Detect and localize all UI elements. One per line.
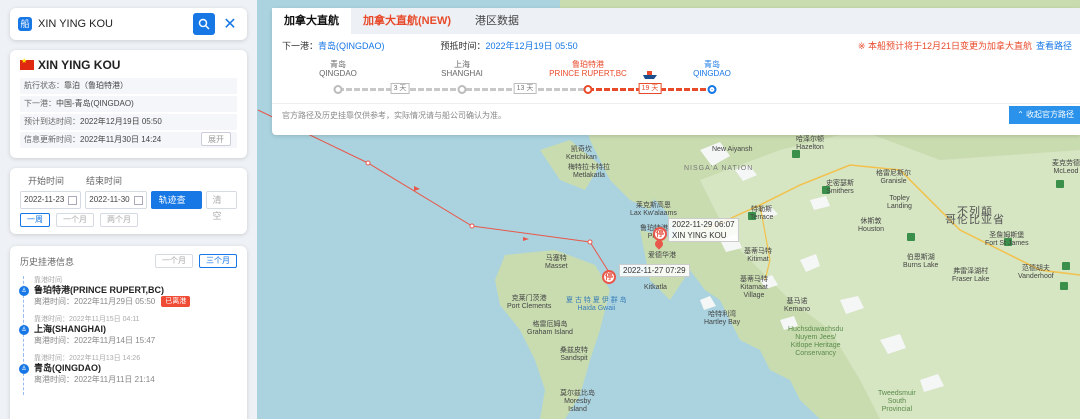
history-range-one-month[interactable]: 一个月 <box>155 254 193 268</box>
map-label-fort-st-james: 圣詹姆斯堡 Fort St James <box>985 232 1029 247</box>
range-two-months[interactable]: 两个月 <box>100 213 138 227</box>
track-query-card: 开始时间 结束时间 2022-11-23 2022-11-30 轨迹查询 清空 … <box>10 168 247 234</box>
map-label-port-ed: 爱德华港 <box>648 252 676 259</box>
map-label-kitkatla: Kitkatla <box>644 284 667 291</box>
updated-row: 信息更新时间： 2022年11月30日 14:24 展开 <box>20 132 237 148</box>
map-label-smithers: 史密瑟斯 Smithers <box>826 180 854 195</box>
history-item[interactable]: 靠港时间：2022年11月13日 14:26 ⚓ 青岛(QINGDAO) 离港时间… <box>19 354 237 395</box>
route-change-warning: ※ 本船预计将于12月21日变更为加拿大直航 <box>857 40 1032 51</box>
map-label-hartley: 哈特利湾 Hartley Bay <box>704 311 741 326</box>
anchor-icon: ⚓ <box>19 324 29 335</box>
next-port-row: 下一港： 中国-青岛(QINGDAO) <box>20 96 237 112</box>
route-port-shanghai: 上海 SHANGHAI <box>441 60 483 78</box>
expand-button[interactable]: 展开 <box>201 132 231 146</box>
footnote-text: 官方路径及历史挂靠仅供参考，实际情况请与船公司确认为准。 <box>282 110 506 120</box>
map-label-kitamaat: 基蒂马特 Kitamaat Village <box>740 276 768 299</box>
map-label-granisle: 格雷尼斯尔 Granisle <box>876 170 911 185</box>
map-label-haida: 夏 古 特 夏 伊 群 岛 Haida Gwaii <box>566 297 627 312</box>
search-icon <box>198 18 210 30</box>
track-query-button[interactable]: 轨迹查询 <box>150 191 202 223</box>
route-tabs: 加拿大直航 加拿大直航(NEW) 港区数据 <box>272 8 1080 34</box>
start-date-input[interactable]: 2022-11-23 <box>20 191 82 209</box>
map-label-sandspit: 桑兹皮特 Sandspit <box>560 347 588 362</box>
end-time-label: 结束时间 <box>86 176 123 186</box>
map-label-graham: 格雷厄姆岛 Graham Island <box>527 321 573 336</box>
track-tooltip-earlier: 2022-11-27 07:29 <box>619 264 690 277</box>
sidebar: 船 XIN YING KOU ✕ XIN YING KOU 航行状态：靠泊（鲁珀… <box>0 0 257 419</box>
route-port-qingdao-end: 青岛 QINGDAO <box>693 60 731 78</box>
tab-canada-direct[interactable]: 加拿大直航 <box>272 8 351 34</box>
ship-name: XIN YING KOU <box>38 58 121 72</box>
route-port-prince-rupert: 鲁珀特港 PRINCE RUPERT,BC <box>549 60 627 78</box>
history-item[interactable]: 靠港时间 ⚓ 鲁珀特港(PRINCE RUPERT,BC) 离港时间：2022年1… <box>19 276 237 317</box>
route-port-qingdao-start: 青岛 QINGDAO <box>319 60 357 78</box>
range-one-week[interactable]: 一周 <box>20 213 50 227</box>
map-label-huchs: Huchsduwachsdu Nuyem Jees/Kitlope Heritag… <box>788 326 844 357</box>
clear-button[interactable]: 清空 <box>205 191 237 221</box>
map-label-fraser-lake: 弗雷泽湖村 Fraser Lake <box>952 268 990 283</box>
map-label-bc: 不列颠 哥伦比亚省 <box>945 206 1005 226</box>
china-flag-icon <box>20 57 34 70</box>
close-icon[interactable]: ✕ <box>219 13 241 35</box>
next-port-label: 下一港： <box>282 40 319 51</box>
map-label-new-aiyansh: New Aiyansh <box>712 146 753 153</box>
anchor-icon: ⚓ <box>19 285 29 296</box>
departed-badge: 已离港 <box>161 296 191 307</box>
route-leg-days-2: 13 天 <box>513 83 537 94</box>
tab-canada-direct-new[interactable]: 加拿大直航(NEW) <box>351 8 463 34</box>
route-dot-prince-rupert <box>583 85 593 94</box>
route-dot-shanghai <box>457 85 467 94</box>
ship-icon <box>643 71 657 79</box>
search-input[interactable]: XIN YING KOU <box>38 18 189 30</box>
ship-title: XIN YING KOU <box>20 57 237 72</box>
map-label-port-clements: 克莱门茨港 Port Clements <box>507 295 552 310</box>
route-dot-qingdao-start <box>333 85 343 94</box>
eta-label: 预抵时间： <box>440 40 486 51</box>
route-leg-days-3: 19 天 <box>638 83 662 94</box>
start-time-label: 开始时间 <box>28 176 65 186</box>
history-item[interactable]: 靠港时间：2022年11月15日 04:11 ⚓ 上海(SHANGHAI) 离港时… <box>19 315 237 356</box>
route-footnote: 官方路径及历史挂靠仅供参考，实际情况请与船公司确认为准。 ⌃ 收起官方路径 <box>272 104 1080 126</box>
map-label-tweedsmuir: Tweedsmuir South Provincial <box>878 390 916 413</box>
stop-marker-earlier[interactable]: 停 <box>602 270 616 284</box>
route-timeline: 青岛 QINGDAO 上海 SHANGHAI 鲁珀特港 PRINCE RUPERT,B… <box>272 56 1080 104</box>
view-route-link[interactable]: 查看路径 <box>1036 39 1072 52</box>
map-label-topley: Topley Landing <box>887 195 912 210</box>
ship-info-card: XIN YING KOU 航行状态：靠泊（鲁珀特港） 下一港：中国-青岛(QIN… <box>10 50 247 158</box>
nav-status-row: 航行状态： 靠泊（鲁珀特港） <box>20 78 237 94</box>
eta-row: 预计到达时间： 2022年12月19日 05:50 <box>20 114 237 130</box>
map-label-houston: 休斯敦 Houston <box>858 218 885 233</box>
map-label-ketchikan: 凯奇坎 Ketchikan <box>566 146 597 161</box>
range-one-month[interactable]: 一个月 <box>56 213 94 227</box>
route-panel: 加拿大直航 加拿大直航(NEW) 港区数据 下一港： 青岛(QINGDAO) 预… <box>272 8 1080 135</box>
route-dot-qingdao-end <box>707 85 717 94</box>
next-port-value[interactable]: 青岛(QINGDAO) <box>318 39 385 52</box>
anchor-icon: ⚓ <box>19 363 29 374</box>
map-label-moresby: 莫尔兹比岛 Moresby Island <box>560 390 595 413</box>
map-label-vanderhoof: 范德胡夫 Vanderhoof <box>1018 265 1054 280</box>
next-port-bar: 下一港： 青岛(QINGDAO) 预抵时间： 2022年12月19日 05:50… <box>272 34 1080 56</box>
search-button[interactable] <box>193 13 215 35</box>
search-bar: 船 XIN YING KOU ✕ <box>10 8 247 40</box>
end-date-input[interactable]: 2022-11-30 <box>85 191 147 209</box>
map-label-hazelton: 哈泽尔顿 Hazelton <box>796 136 824 151</box>
history-title: 历史挂港信息 <box>20 256 75 267</box>
map-label-masset: 马塞特 Masset <box>545 255 568 270</box>
route-leg-days-1: 3 天 <box>390 83 410 94</box>
collapse-route-button[interactable]: ⌃ 收起官方路径 <box>1009 106 1080 124</box>
tab-port-data[interactable]: 港区数据 <box>463 8 531 34</box>
port-history-card: 历史挂港信息 一个月 三个月 靠港时间 ⚓ 鲁珀特港(PRINCE RUPERT,… <box>10 246 247 419</box>
map-label-burns-lake: 伯恩斯湖 Burns Lake <box>903 254 939 269</box>
ship-type-icon: 船 <box>18 17 32 31</box>
map-label-nisgaa: NISGA'A NATION <box>684 165 754 172</box>
map-label-terrace: 特勒斯 Terrace <box>750 206 774 221</box>
map-label-mcleod: 麦克劳德 McLeod <box>1052 160 1080 175</box>
map-label-kemano: 基马诺 Kemano <box>784 298 811 313</box>
history-range-three-months[interactable]: 三个月 <box>199 254 237 268</box>
map-label-lax: 莱克斯高恩 Lax Kw'alaams <box>630 202 677 217</box>
eta-value: 2022年12月19日 05:50 <box>485 40 578 51</box>
track-tooltip-latest: 2022-11-29 06:07 XIN YING KOU <box>668 218 739 242</box>
map-label-kitimat: 基蒂马特 Kitimat <box>744 248 772 263</box>
map-label-metlakatla: 梅特拉卡特拉 Metlakatla <box>568 164 610 179</box>
